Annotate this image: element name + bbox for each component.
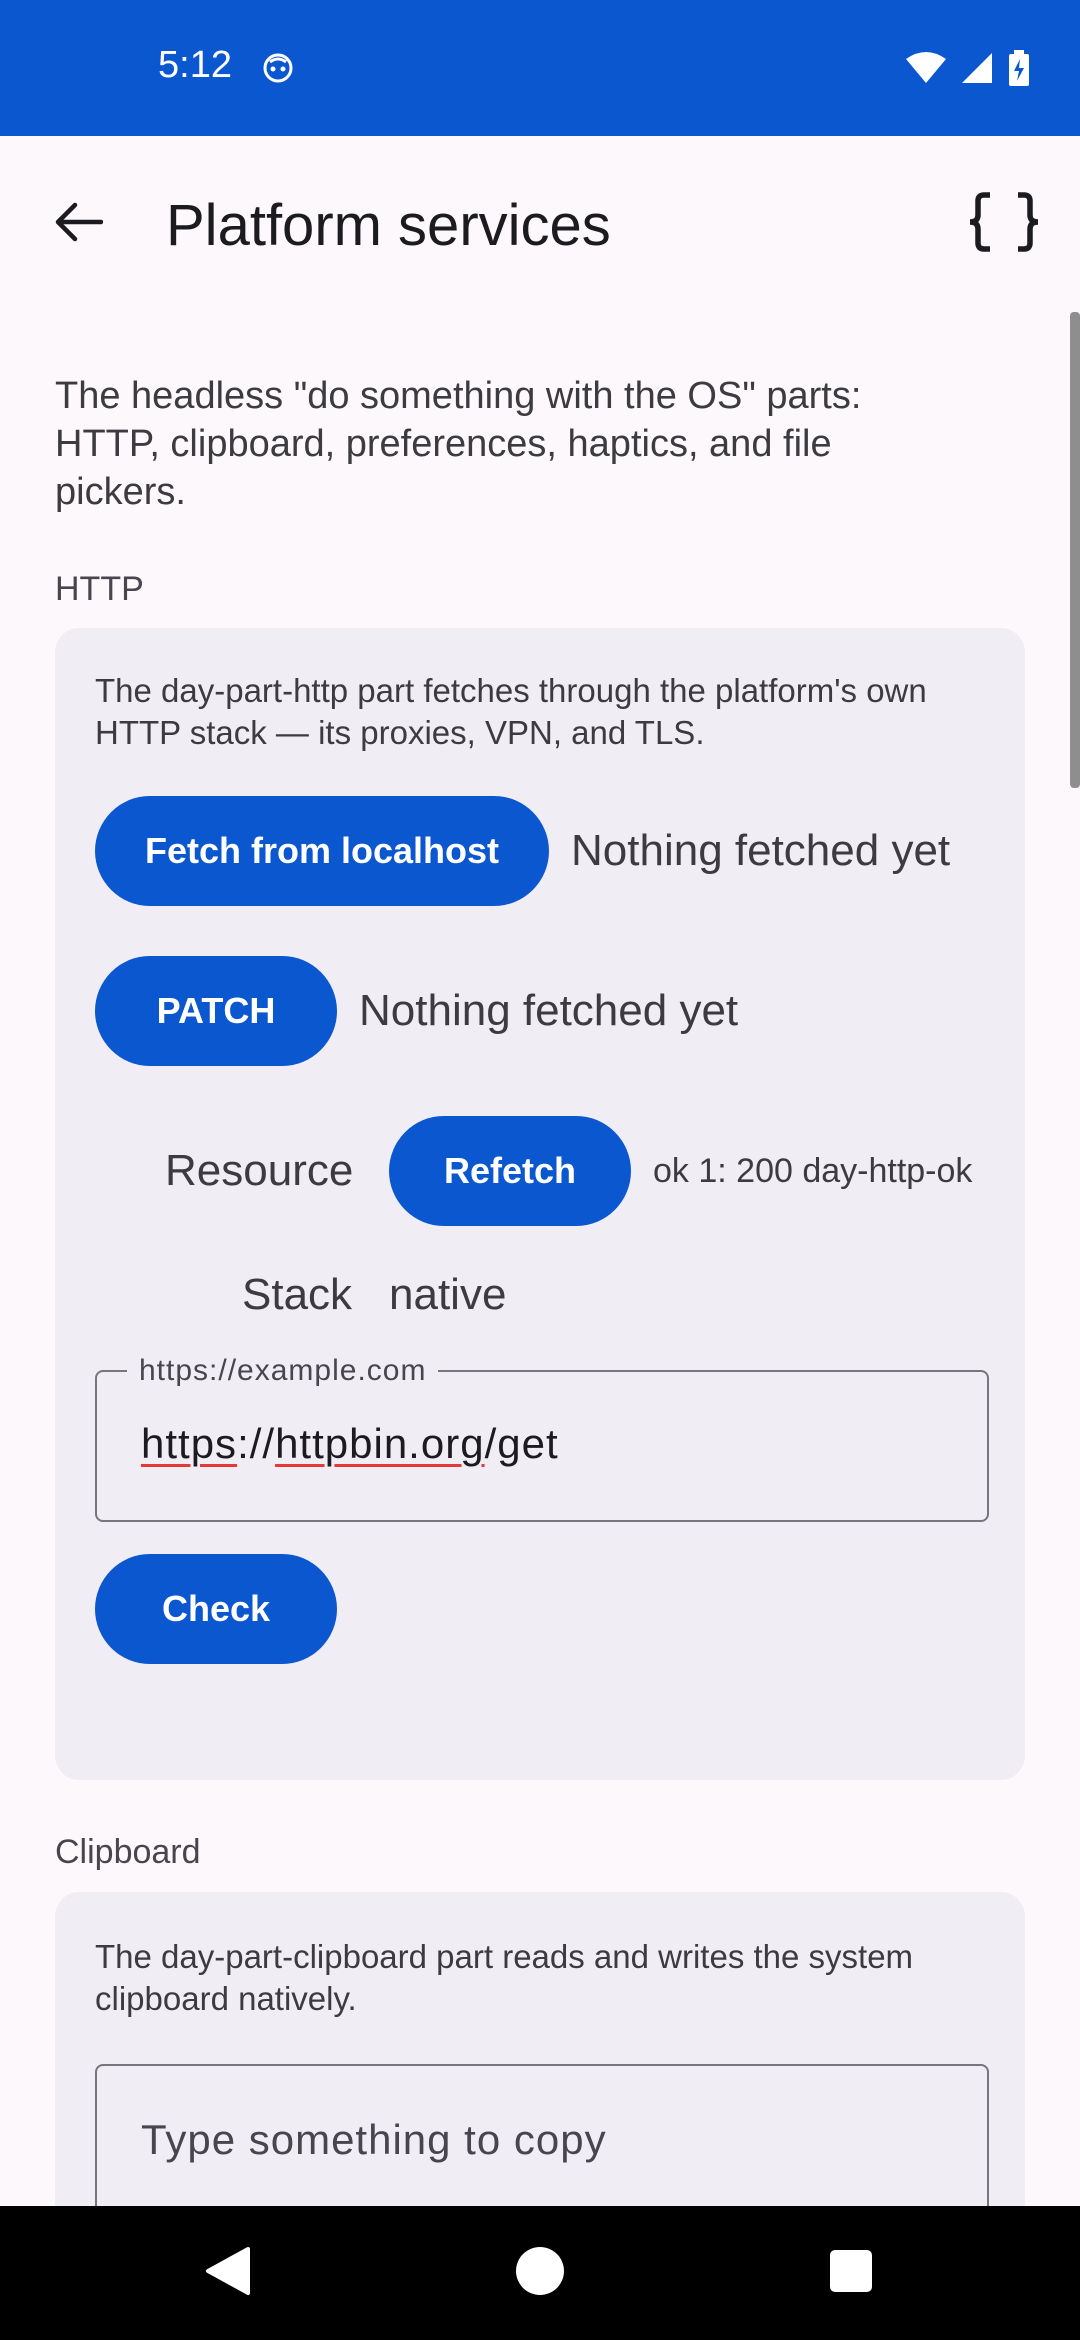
resource-label: Resource (165, 1146, 354, 1195)
status-time: 5:12 (158, 44, 232, 86)
back-arrow-icon (53, 201, 104, 248)
refetch-status: ok 1: 200 day-http-ok (653, 1152, 973, 1190)
source-code-button[interactable] (960, 184, 1048, 264)
page-title: Platform services (166, 193, 611, 258)
nav-home-button[interactable] (511, 2244, 569, 2302)
http-card: The day-part-http part fetches through t… (55, 628, 1025, 1780)
clipboard-input-placeholder: Type something to copy (141, 2116, 607, 2163)
refetch-button[interactable]: Refetch (389, 1116, 631, 1226)
nav-back-button[interactable] (198, 2244, 256, 2302)
fetch-localhost-button[interactable]: Fetch from localhost (95, 796, 549, 906)
nav-home-icon (515, 2246, 565, 2301)
clipboard-description: The day-part-clipboard part reads and wr… (95, 1938, 914, 2017)
signal-icon (960, 51, 994, 90)
patch-status: Nothing fetched yet (359, 986, 739, 1035)
face-icon (262, 52, 294, 84)
url-field-label: https://example.com (127, 1354, 439, 1388)
intro-text: The headless "do something with the OS" … (55, 375, 862, 513)
system-nav-bar (0, 2206, 1080, 2340)
section-label-clipboard: Clipboard (55, 1833, 201, 1871)
patch-button[interactable]: PATCH (95, 956, 337, 1066)
stack-label: Stack (242, 1270, 353, 1319)
scrollbar[interactable] (1070, 312, 1080, 788)
status-icons (906, 50, 1030, 91)
status-bar: 5:12 (0, 0, 1080, 136)
http-description: The day-part-http part fetches through t… (95, 672, 927, 751)
check-button[interactable]: Check (95, 1554, 337, 1664)
url-field[interactable]: https://example.com https://httpbin.org/… (95, 1354, 989, 1522)
back-button[interactable] (40, 186, 116, 262)
braces-icon (966, 191, 1042, 258)
wifi-icon (906, 51, 946, 90)
stack-value: native (389, 1270, 507, 1319)
battery-charging-icon (1008, 50, 1030, 91)
url-field-value[interactable]: https://httpbin.org/get (141, 1420, 559, 1468)
app-bar: Platform services (0, 136, 1080, 316)
nav-recents-icon (829, 2249, 873, 2298)
section-label-http: HTTP (55, 570, 144, 608)
nav-back-icon (202, 2245, 252, 2302)
fetch-status: Nothing fetched yet (571, 826, 951, 875)
nav-recents-button[interactable] (822, 2244, 880, 2302)
